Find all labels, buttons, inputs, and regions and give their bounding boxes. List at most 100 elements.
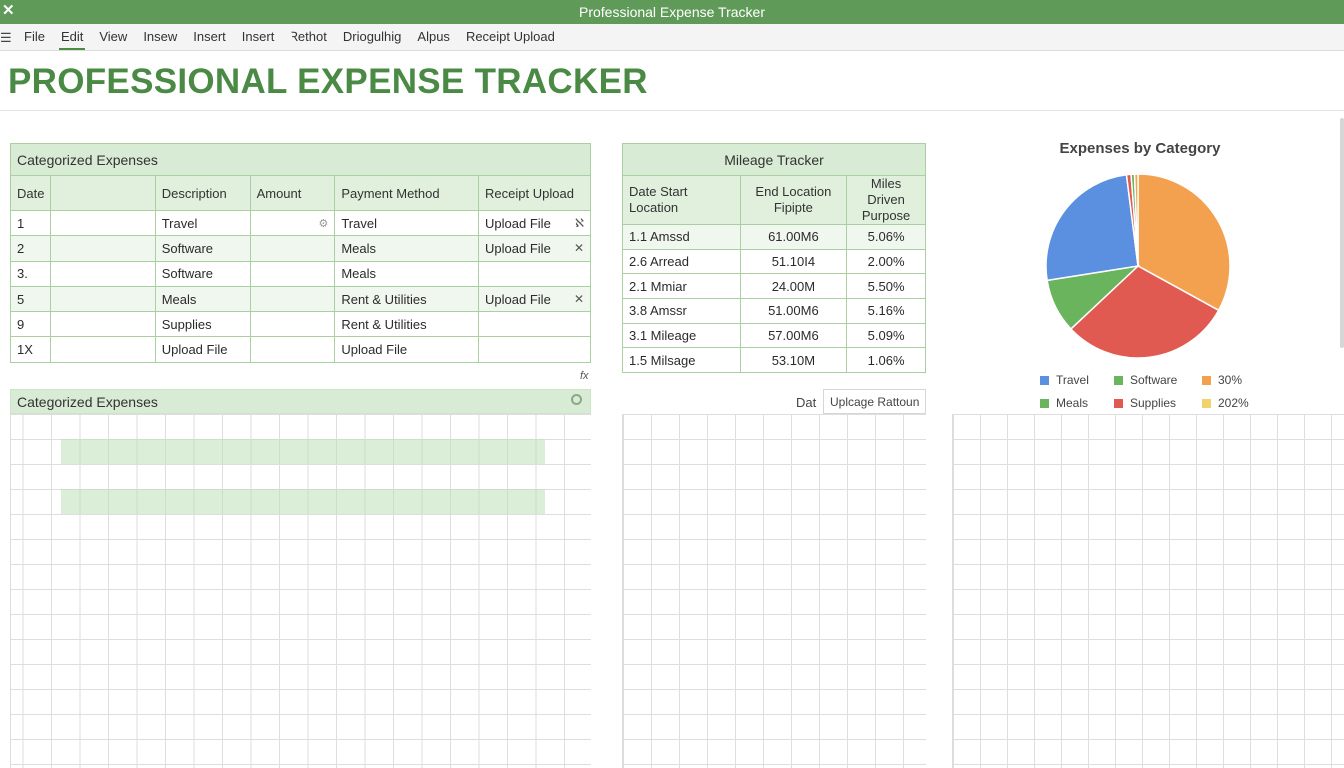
- description-cell[interactable]: Supplies: [154, 311, 251, 338]
- menu-item[interactable]: File: [16, 24, 53, 50]
- upload-file-link[interactable]: Upload File: [485, 216, 551, 231]
- column-header[interactable]: End Location Fipipte: [739, 175, 848, 225]
- date-cell[interactable]: 1: [9, 209, 52, 237]
- miles-cell[interactable]: 2.00%: [846, 248, 926, 275]
- end-location-cell[interactable]: 57.00M6: [739, 322, 848, 349]
- description-cell[interactable]: Software: [154, 235, 251, 262]
- payment-method-cell[interactable]: Meals: [334, 260, 480, 287]
- menu-item[interactable]: View: [91, 24, 135, 50]
- remove-icon[interactable]: ✕: [574, 241, 584, 256]
- end-location-cell[interactable]: 51.00M6: [739, 298, 848, 324]
- spreadsheet-grid-middle[interactable]: [622, 414, 926, 768]
- date-cell[interactable]: 1X: [9, 336, 52, 363]
- legend-item[interactable]: Meals: [1040, 396, 1088, 410]
- amount-cell[interactable]: [249, 285, 336, 313]
- blank-cell[interactable]: [50, 336, 156, 363]
- column-header[interactable]: Date: [9, 175, 52, 211]
- column-header[interactable]: Description: [154, 175, 251, 211]
- table-row[interactable]: 1.1 Amssd 61.00M6 5.06%: [622, 224, 926, 250]
- legend-item[interactable]: Travel: [1040, 373, 1089, 387]
- start-cell[interactable]: 3.1 Mileage: [622, 322, 741, 349]
- table-row[interactable]: 3.1 Mileage 57.00M6 5.09%: [622, 322, 926, 349]
- miles-cell[interactable]: 5.50%: [846, 273, 926, 300]
- payment-method-cell[interactable]: Rent & Utilities: [334, 311, 480, 338]
- blank-cell[interactable]: [50, 311, 156, 338]
- amount-cell[interactable]: [249, 311, 336, 338]
- amount-cell[interactable]: ⚙: [249, 209, 336, 237]
- miles-cell[interactable]: 1.06%: [846, 347, 926, 374]
- pie-slice[interactable]: [1045, 173, 1139, 282]
- receipt-cell[interactable]: Upload File ℵ: [478, 209, 591, 237]
- description-cell[interactable]: Upload File: [154, 336, 251, 363]
- menu-item[interactable]: Ꝛethot: [282, 24, 335, 50]
- start-cell[interactable]: 1.5 Milsage: [622, 347, 741, 374]
- table-row[interactable]: 1.5 Milsage 53.10M 1.06%: [622, 347, 926, 374]
- remove-icon[interactable]: ✕: [574, 292, 584, 307]
- table-row[interactable]: 3.8 Amssr 51.00M6 5.16%: [622, 298, 926, 324]
- receipt-cell[interactable]: Upload File ✕: [478, 285, 591, 313]
- miles-cell[interactable]: 5.16%: [846, 298, 926, 324]
- column-header[interactable]: [50, 175, 156, 211]
- date-cell[interactable]: 9: [9, 311, 52, 338]
- end-location-cell[interactable]: 53.10M: [739, 347, 848, 374]
- start-cell[interactable]: 2.1 Mmiar: [622, 273, 741, 300]
- column-header[interactable]: Date Start Location: [622, 175, 741, 225]
- scrollbar[interactable]: [1340, 118, 1344, 348]
- description-cell[interactable]: Travel: [154, 209, 251, 237]
- description-cell[interactable]: Software: [154, 260, 251, 287]
- blank-cell[interactable]: [50, 285, 156, 313]
- table-row[interactable]: 5 Meals Rent & Utilities Upload File ✕: [9, 285, 591, 313]
- spreadsheet-grid-left[interactable]: [10, 414, 591, 768]
- payment-method-cell[interactable]: Rent & Utilities: [334, 285, 480, 313]
- payment-method-cell[interactable]: Upload File: [334, 336, 480, 363]
- amount-cell[interactable]: [249, 336, 336, 363]
- amount-cell[interactable]: [249, 235, 336, 262]
- start-cell[interactable]: 2.6 Arread: [622, 248, 741, 275]
- end-location-cell[interactable]: 51.10I4: [739, 248, 848, 275]
- legend-item[interactable]: 30%: [1202, 373, 1242, 387]
- legend-item[interactable]: 202%: [1202, 396, 1249, 410]
- receipt-cell[interactable]: [478, 336, 591, 363]
- settings-icon[interactable]: [571, 394, 582, 405]
- payment-method-cell[interactable]: Meals: [334, 235, 480, 262]
- legend-item[interactable]: Software: [1114, 373, 1177, 387]
- start-cell[interactable]: 3.8 Amssr: [622, 298, 741, 324]
- mileage-input[interactable]: [823, 389, 926, 414]
- receipt-cell[interactable]: [478, 311, 591, 338]
- date-cell[interactable]: 2: [9, 235, 52, 262]
- miles-cell[interactable]: 5.09%: [846, 322, 926, 349]
- table-row[interactable]: 9 Supplies Rent & Utilities: [9, 311, 591, 338]
- gear-icon[interactable]: ⚙: [318, 218, 328, 230]
- end-location-cell[interactable]: 24.00M: [739, 273, 848, 300]
- end-location-cell[interactable]: 61.00M6: [739, 224, 848, 250]
- receipt-cell[interactable]: [478, 260, 591, 287]
- receipt-cell[interactable]: Upload File ✕: [478, 235, 591, 262]
- menu-item[interactable]: Edit: [53, 24, 91, 50]
- table-row[interactable]: 2.6 Arread 51.10I4 2.00%: [622, 248, 926, 275]
- table-row[interactable]: 3. Software Meals: [9, 260, 591, 287]
- date-cell[interactable]: 3.: [9, 260, 52, 287]
- upload-file-link[interactable]: Upload File: [485, 292, 551, 307]
- table-row[interactable]: 1 Travel ⚙ Travel Upload File ℵ: [9, 209, 591, 237]
- blank-cell[interactable]: [50, 209, 156, 237]
- description-cell[interactable]: Meals: [154, 285, 251, 313]
- date-cell[interactable]: 5: [9, 285, 52, 313]
- menu-icon[interactable]: ☰: [0, 30, 12, 46]
- menu-item[interactable]: Receipt Upload: [458, 24, 563, 50]
- table-row[interactable]: 2.1 Mmiar 24.00M 5.50%: [622, 273, 926, 300]
- table-row[interactable]: 2 Software Meals Upload File ✕: [9, 235, 591, 262]
- menu-item[interactable]: Insert: [185, 24, 234, 50]
- table-row[interactable]: 1X Upload File Upload File: [9, 336, 591, 363]
- menu-item[interactable]: Insew: [135, 24, 185, 50]
- remove-icon[interactable]: ℵ: [575, 216, 584, 231]
- column-header[interactable]: Amount: [249, 175, 336, 211]
- column-header[interactable]: Miles Driven Purpose: [846, 175, 926, 225]
- column-header[interactable]: Payment Method: [334, 175, 480, 211]
- amount-cell[interactable]: [249, 260, 336, 287]
- fx-icon[interactable]: fx: [580, 370, 589, 382]
- upload-file-link[interactable]: Upload File: [485, 241, 551, 256]
- blank-cell[interactable]: [50, 235, 156, 262]
- menu-item[interactable]: Driogulhig: [335, 24, 410, 50]
- start-cell[interactable]: 1.1 Amssd: [622, 224, 741, 250]
- blank-cell[interactable]: [50, 260, 156, 287]
